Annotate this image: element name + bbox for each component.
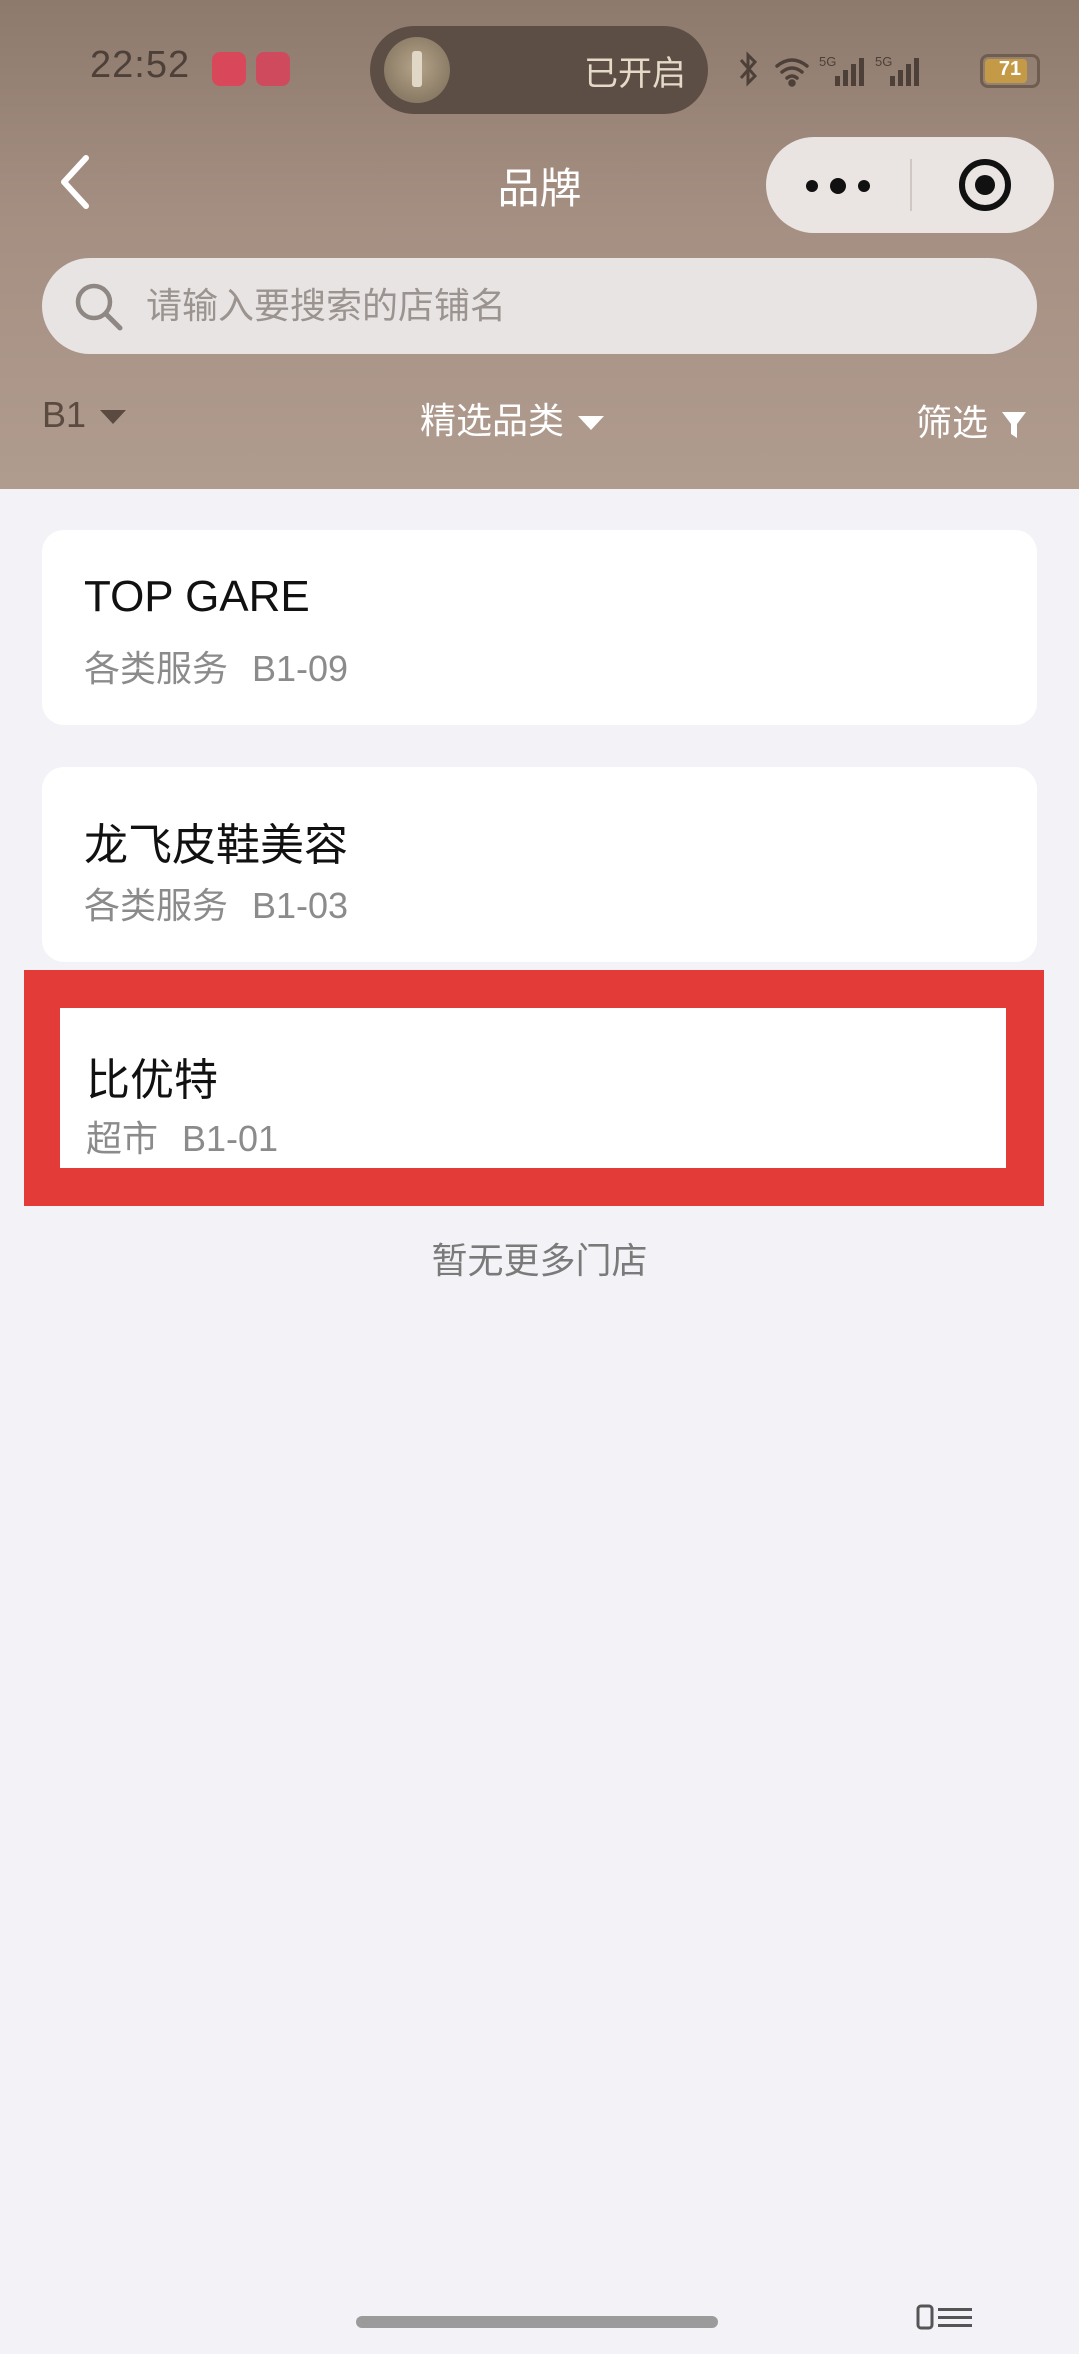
svg-text:5G: 5G (875, 54, 892, 69)
store-card[interactable]: 龙飞皮鞋美容 各类服务 B1-03 (42, 767, 1037, 962)
screen-filter[interactable]: 筛选 (916, 394, 1028, 446)
store-meta: 超市 B1-01 (86, 1110, 278, 1162)
store-name: TOP GARE (84, 572, 310, 621)
flashlight-status: 已开启 (584, 54, 686, 94)
category-filter-label: 精选品类 (420, 401, 565, 442)
flashlight-icon (384, 37, 450, 103)
caret-down-icon (100, 410, 127, 425)
store-name: 龙飞皮鞋美容 (84, 820, 348, 871)
store-card[interactable]: TOP GARE 各类服务 B1-09 (42, 530, 1037, 725)
search-icon (75, 283, 123, 331)
caret-down-icon (578, 416, 605, 430)
svg-text:5G: 5G (819, 54, 836, 69)
status-icons: 5G 5G (739, 51, 919, 87)
flashlight-indicator[interactable]: 已开启 (370, 26, 708, 114)
target-circle-icon[interactable] (956, 156, 1014, 214)
status-time: 22:52 (90, 44, 191, 86)
list-end-message: 暂无更多门店 (431, 1241, 648, 1282)
search-box[interactable] (42, 258, 1037, 354)
store-category: 超市 (86, 1119, 159, 1160)
store-meta: 各类服务 B1-03 (84, 877, 348, 929)
screen-filter-label: 筛选 (916, 403, 989, 444)
funnel-icon (1002, 412, 1027, 438)
floor-filter[interactable]: B1 (42, 394, 127, 436)
corner-menu-icon (916, 2304, 972, 2330)
bluetooth-icon (739, 51, 758, 87)
battery-level: 71 (998, 58, 1022, 80)
more-dots-icon[interactable] (806, 161, 872, 209)
notification-app-icon (256, 52, 290, 86)
store-category: 各类服务 (84, 649, 229, 690)
store-code: B1-01 (182, 1118, 279, 1159)
capsule-divider (910, 159, 912, 211)
floor-filter-label: B1 (42, 394, 87, 435)
store-meta: 各类服务 B1-09 (84, 640, 348, 692)
miniprogram-capsule (766, 137, 1054, 233)
battery-icon: 71 (980, 54, 1040, 88)
store-name: 比优特 (86, 1055, 218, 1106)
search-input[interactable] (144, 274, 1004, 338)
home-indicator[interactable] (356, 2316, 718, 2328)
store-code: B1-09 (252, 648, 349, 689)
wifi-icon (775, 58, 809, 87)
category-filter[interactable]: 精选品类 (420, 392, 605, 444)
store-code: B1-03 (252, 885, 349, 926)
store-card-highlighted[interactable]: 比优特 超市 B1-01 (60, 1008, 1006, 1168)
notification-app-icon (212, 52, 246, 86)
store-category: 各类服务 (84, 886, 229, 927)
